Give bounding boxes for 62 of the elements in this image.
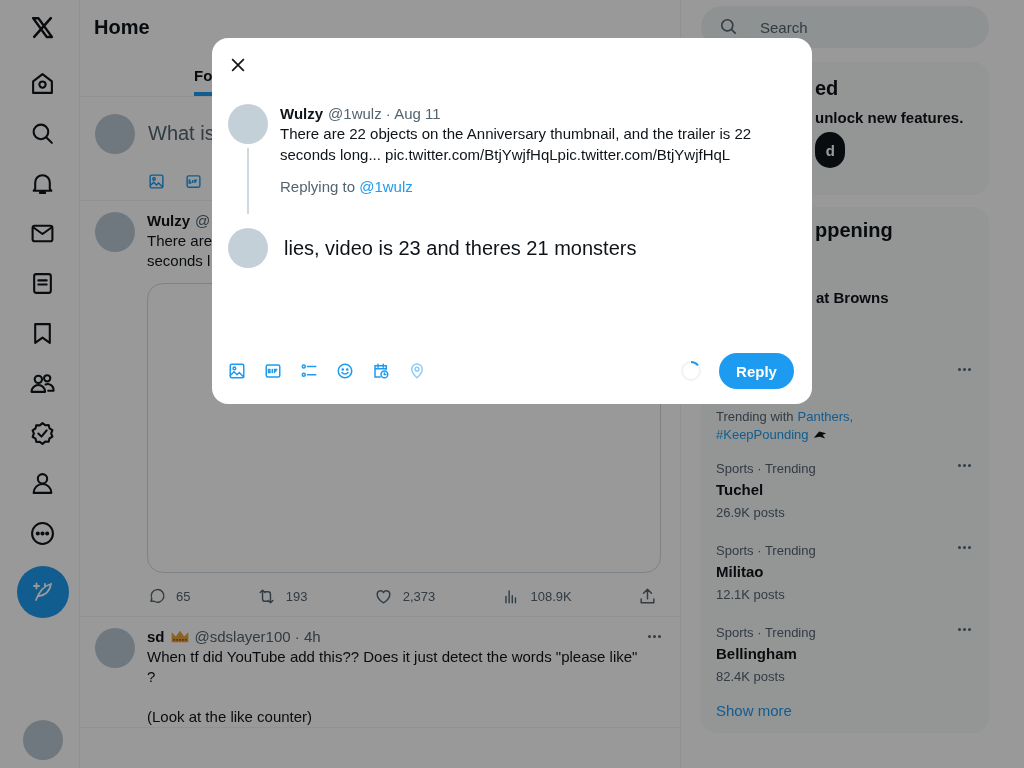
author-handle: @ — [195, 212, 211, 229]
compose-button[interactable] — [16, 566, 69, 618]
trend-category: Sports · Trending — [716, 460, 817, 478]
user-avatar — [228, 228, 268, 268]
gif-icon[interactable] — [264, 362, 282, 380]
author-handle: @1wulz · Aug 11 — [328, 105, 441, 122]
user-avatar — [228, 104, 268, 144]
trend-category: Sports · Trending — [716, 624, 817, 642]
reply-field[interactable]: lies, video is 23 and theres 21 monsters — [280, 236, 794, 260]
trend-context: Trending with — [716, 408, 794, 426]
user-avatar — [95, 628, 135, 668]
post-count: 12.1K posts — [716, 586, 786, 604]
author-handle: @sdslayer100 · 4h — [194, 628, 321, 645]
image-icon[interactable] — [228, 362, 246, 380]
repost-icon[interactable] — [256, 587, 276, 606]
post-text: (Look at the like counter) — [147, 708, 313, 725]
image-icon[interactable] — [148, 173, 165, 190]
post-text: There are 22 objects on the Anniversary thumbnail, and the trailer is 22 seconds long... pic.twitter.com/BtjYwjfHqLpic.twitter.com/BtjYwjfHqL — [280, 124, 753, 165]
subscribe-button[interactable]: d — [815, 132, 845, 168]
stat-count: 65 — [176, 589, 191, 604]
stat-count: 2,373 — [402, 589, 436, 604]
more-icon[interactable] — [30, 520, 55, 546]
character-counter — [679, 359, 703, 383]
helmet-icon — [812, 430, 827, 440]
trend-title[interactable]: at Browns — [816, 287, 975, 309]
post-text: There are — [147, 232, 213, 249]
share-icon[interactable] — [638, 587, 657, 606]
search-field[interactable]: Search — [701, 6, 989, 48]
list-icon[interactable] — [30, 270, 55, 296]
post-text: When tf did YouTube add this?? Does it just detect the words "please like" — [147, 648, 638, 665]
trend-category: Sports · Trending — [716, 542, 817, 560]
replying-label: Replying to — [280, 178, 356, 195]
home-icon[interactable] — [30, 70, 55, 96]
trend-title[interactable]: Tuchel — [716, 479, 954, 501]
stat-count: 193 — [285, 589, 308, 604]
post-count: 82.4K posts — [716, 668, 786, 686]
profile-icon[interactable] — [30, 470, 55, 496]
post-text: seconds l — [147, 252, 211, 269]
trend-title[interactable]: Militao — [716, 561, 954, 583]
stat-count: 108.9K — [530, 589, 572, 604]
user-avatar — [95, 212, 135, 252]
author-name: sd — [147, 628, 165, 645]
post-count: 26.9K posts — [716, 504, 786, 522]
trend-title[interactable]: Bellingham — [716, 643, 954, 665]
schedule-icon[interactable] — [372, 362, 390, 380]
card-title: ed — [815, 77, 840, 100]
search-icon — [719, 17, 738, 36]
user-avatar — [95, 114, 135, 154]
emoji-icon[interactable] — [336, 362, 354, 380]
card-title: ppening — [814, 219, 894, 242]
reply-icon[interactable] — [147, 587, 166, 606]
post-text: ? — [147, 668, 156, 685]
author-name: Wulzy — [280, 105, 324, 122]
gif-icon[interactable] — [185, 173, 202, 190]
crown-icon — [169, 629, 190, 644]
x-logo-icon[interactable] — [30, 14, 55, 40]
poll-icon[interactable] — [300, 362, 318, 380]
verified-icon[interactable] — [30, 420, 55, 446]
feather-icon — [30, 580, 55, 604]
author-name: Wulzy — [147, 212, 191, 229]
page-title: Home — [93, 15, 151, 40]
card-text: unlock new features. — [815, 109, 965, 126]
